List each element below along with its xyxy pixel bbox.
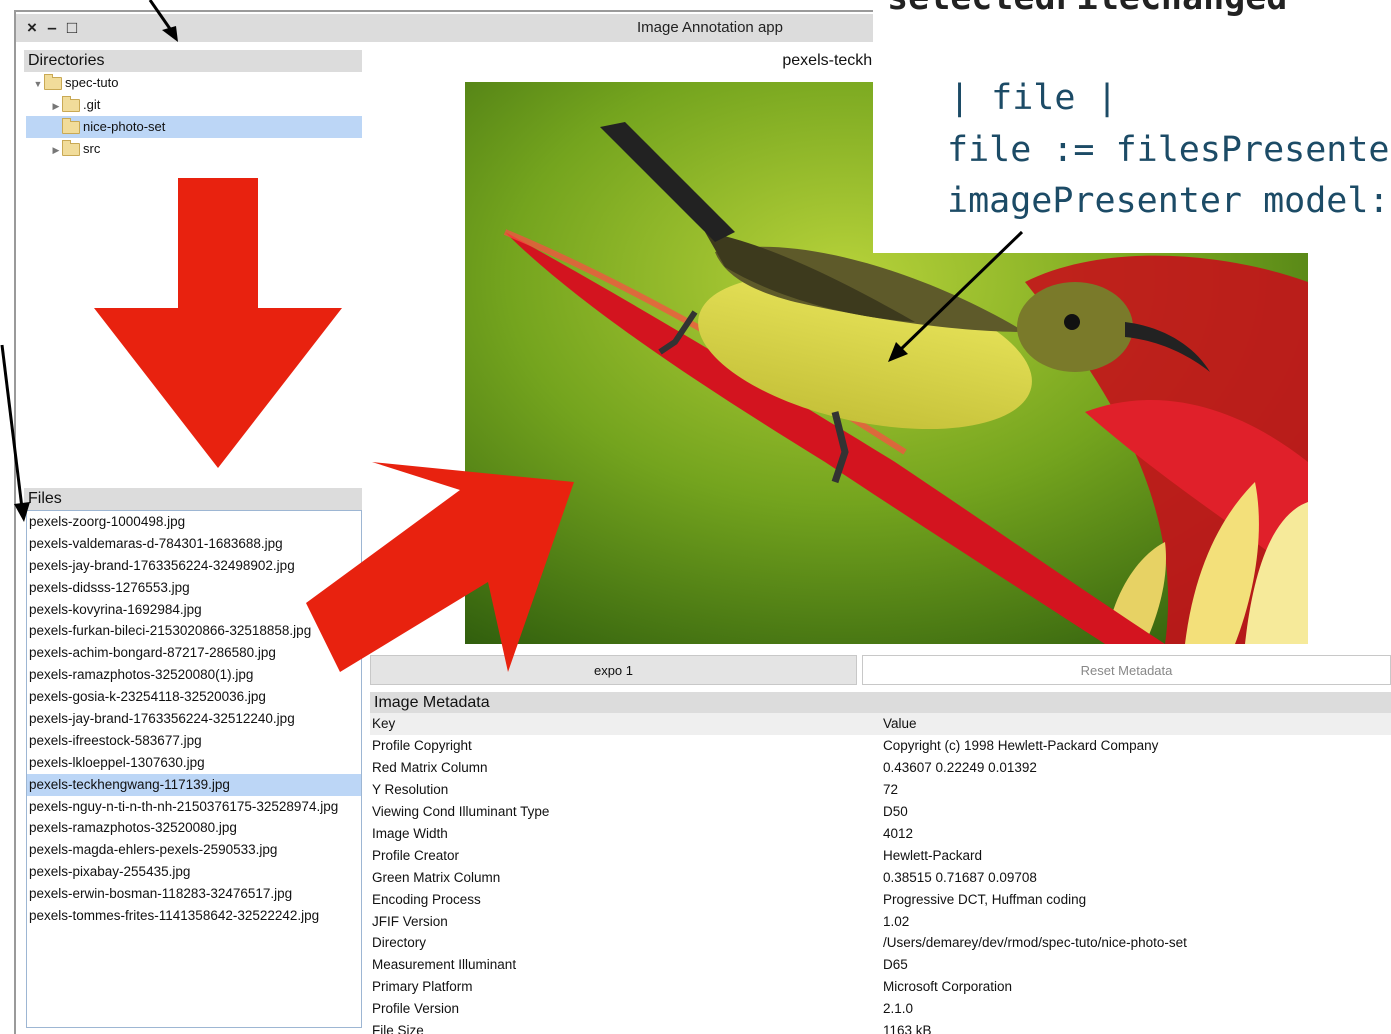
black-pointer-arrow (896, 230, 1024, 354)
black-arrow-head (14, 502, 30, 522)
red-down-arrow (94, 178, 342, 468)
black-pointer-arrow (0, 344, 24, 509)
red-diagonal-arrow (306, 462, 574, 672)
annotation-overlay (0, 0, 1024, 672)
black-arrow-head (162, 26, 178, 42)
